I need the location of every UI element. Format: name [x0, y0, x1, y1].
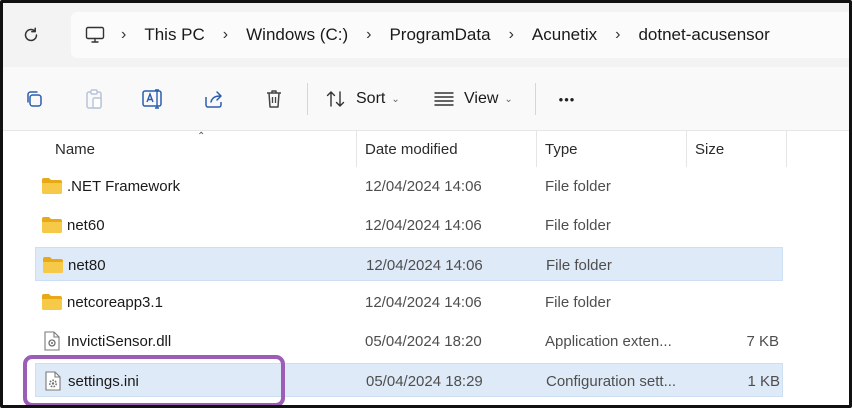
file-type: File folder	[546, 256, 612, 274]
dll-file-icon	[41, 331, 63, 351]
command-bar: Sort ⌄ View ⌄ •••	[3, 67, 849, 131]
file-size: 1 KB	[747, 372, 780, 390]
file-name: net80	[68, 256, 106, 274]
file-type: File folder	[545, 216, 611, 234]
file-row[interactable]: InvictiSensor.dll 05/04/2024 18:20 Applica…	[35, 324, 783, 358]
share-icon	[203, 89, 225, 109]
folder-icon	[41, 292, 63, 312]
file-type: Configuration sett...	[546, 372, 677, 390]
breadcrumb-programdata[interactable]: ProgramData	[389, 25, 490, 45]
file-type: File folder	[545, 293, 611, 311]
chevron-down-icon: ⌄	[391, 93, 400, 105]
column-header-type-label: Type	[545, 140, 578, 158]
file-name: InvictiSensor.dll	[67, 332, 172, 350]
file-type: File folder	[545, 177, 611, 195]
file-date: 12/04/2024 14:06	[366, 256, 483, 274]
file-date: 05/04/2024 18:20	[365, 332, 482, 350]
file-type: Application exten...	[545, 332, 672, 350]
chevron-right-icon: ›	[121, 26, 127, 43]
sort-icon	[325, 89, 347, 109]
share-button[interactable]	[199, 83, 229, 115]
chevron-down-icon: ⌄	[504, 93, 513, 105]
file-list: ⌃ Name Date modified Type Size .NET Fram…	[11, 131, 849, 405]
toolbar-divider	[535, 83, 536, 115]
column-header-name[interactable]: Name	[47, 131, 357, 167]
chevron-right-icon[interactable]: ›	[509, 26, 514, 44]
trash-icon	[264, 88, 284, 110]
file-date: 12/04/2024 14:06	[365, 293, 482, 311]
delete-button[interactable]	[259, 83, 289, 115]
sort-button[interactable]: Sort ⌄	[325, 83, 405, 115]
file-size	[685, 208, 781, 242]
file-size: 7 KB	[746, 332, 779, 350]
paste-button[interactable]	[79, 83, 109, 115]
address-row: › This PC › Windows (C:) › ProgramData ›…	[3, 3, 849, 67]
file-name-cell: net60	[41, 208, 355, 242]
rename-button[interactable]	[137, 83, 169, 115]
file-name: netcoreapp3.1	[67, 293, 163, 311]
file-name-cell: netcoreapp3.1	[41, 285, 355, 319]
column-header-date-label: Date modified	[365, 140, 458, 158]
view-list-icon	[433, 91, 455, 107]
column-header-size-label: Size	[695, 140, 725, 158]
file-name: .NET Framework	[67, 177, 181, 195]
file-name-cell: InvictiSensor.dll	[41, 324, 355, 358]
computer-icon	[85, 24, 107, 46]
breadcrumb-windows-c[interactable]: Windows (C:)	[246, 25, 348, 45]
address-bar[interactable]: › This PC › Windows (C:) › ProgramData ›…	[71, 12, 849, 58]
column-header-date-modified[interactable]: Date modified	[357, 131, 537, 167]
copy-button[interactable]	[19, 83, 49, 115]
toolbar-divider	[307, 83, 308, 115]
file-row[interactable]: settings.ini 05/04/2024 18:29 Configuratio…	[35, 363, 783, 397]
file-name-cell: .NET Framework	[41, 169, 355, 203]
more-options-button[interactable]: •••	[551, 83, 583, 115]
chevron-right-icon[interactable]: ›	[366, 26, 371, 44]
file-date: 12/04/2024 14:06	[365, 216, 482, 234]
file-name: settings.ini	[68, 372, 139, 390]
paste-icon	[84, 88, 104, 110]
file-name-cell: settings.ini	[42, 364, 356, 398]
refresh-icon[interactable]	[17, 21, 45, 49]
file-row[interactable]: .NET Framework 12/04/2024 14:06 File folde…	[35, 169, 783, 203]
rename-icon	[141, 88, 165, 110]
breadcrumb-dotnet-acusensor[interactable]: dotnet-acusensor	[638, 25, 769, 45]
file-row[interactable]: net60 12/04/2024 14:06 File folder	[35, 208, 783, 242]
chevron-right-icon[interactable]: ›	[615, 26, 620, 44]
chevron-right-icon[interactable]: ›	[223, 26, 228, 44]
view-button[interactable]: View ⌄	[433, 83, 523, 115]
file-date: 12/04/2024 14:06	[365, 177, 482, 195]
file-row[interactable]: netcoreapp3.1 12/04/2024 14:06 File folder	[35, 285, 783, 319]
folder-icon	[41, 176, 63, 196]
file-date: 05/04/2024 18:29	[366, 372, 483, 390]
breadcrumb-this-pc[interactable]: This PC	[144, 25, 204, 45]
view-label: View	[464, 90, 499, 107]
column-header-name-label: Name	[55, 140, 96, 158]
copy-icon	[24, 89, 44, 109]
file-explorer-window: › This PC › Windows (C:) › ProgramData ›…	[0, 0, 852, 408]
sort-label: Sort	[356, 90, 386, 107]
breadcrumb-acunetix[interactable]: Acunetix	[532, 25, 597, 45]
file-name-cell: net80	[42, 248, 356, 282]
folder-icon	[42, 255, 64, 275]
folder-icon	[41, 215, 63, 235]
file-size	[685, 169, 781, 203]
file-row[interactable]: net80 12/04/2024 14:06 File folder	[35, 247, 783, 281]
column-header-type[interactable]: Type	[537, 131, 687, 167]
file-size	[686, 248, 782, 282]
file-name: net60	[67, 216, 105, 234]
column-header-size[interactable]: Size	[687, 131, 787, 167]
ini-file-icon	[42, 371, 64, 391]
file-size	[685, 285, 781, 319]
